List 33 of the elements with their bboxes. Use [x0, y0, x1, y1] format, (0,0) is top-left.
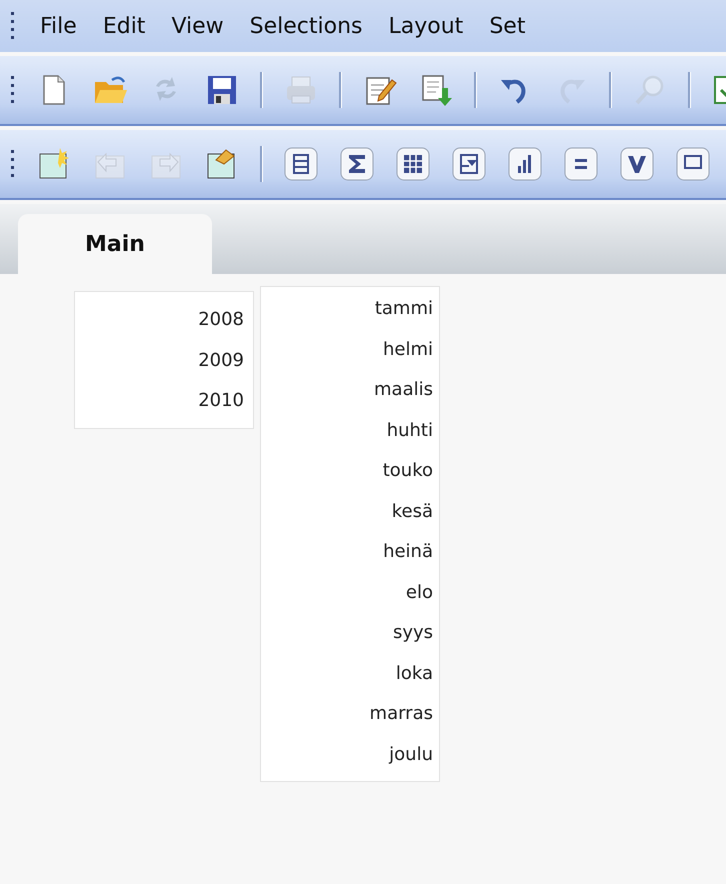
- menu-item[interactable]: Layout: [376, 14, 478, 38]
- list-value[interactable]: kesä: [261, 492, 439, 532]
- menu-item[interactable]: Set: [477, 14, 540, 38]
- list-value[interactable]: heinä: [261, 532, 439, 572]
- table-icon[interactable]: [395, 146, 431, 182]
- list-box-icon[interactable]: [283, 146, 319, 182]
- checkmark-icon[interactable]: [619, 146, 655, 182]
- list-value[interactable]: helmi: [261, 330, 439, 370]
- list-value[interactable]: syys: [261, 613, 439, 654]
- menu-item[interactable]: Edit: [90, 14, 160, 38]
- list-value[interactable]: tammi: [261, 289, 439, 330]
- multi-box-icon[interactable]: [451, 146, 487, 182]
- list-value[interactable]: 2010: [75, 381, 253, 422]
- list-value[interactable]: 2009: [75, 340, 253, 381]
- list-value[interactable]: huhti: [261, 410, 439, 451]
- equals-icon[interactable]: [563, 146, 599, 182]
- list-value[interactable]: elo: [261, 572, 439, 613]
- toolbar-gripper-icon[interactable]: [10, 75, 16, 105]
- list-value[interactable]: marras: [261, 694, 439, 734]
- list-value[interactable]: joulu: [261, 734, 439, 775]
- comment-icon[interactable]: [675, 146, 711, 182]
- list-value[interactable]: 2008: [75, 300, 253, 340]
- list-value[interactable]: loka: [261, 654, 439, 694]
- menu-item[interactable]: View: [159, 14, 238, 38]
- menu-gripper-icon[interactable]: [10, 11, 16, 41]
- list-value[interactable]: touko: [261, 451, 439, 492]
- list-value[interactable]: maalis: [261, 370, 439, 410]
- sigma-icon[interactable]: [339, 146, 375, 182]
- toolbar-gripper-icon[interactable]: [10, 149, 16, 179]
- bar-chart-icon[interactable]: [507, 146, 543, 182]
- menu-item[interactable]: Selections: [238, 14, 377, 38]
- menu-item[interactable]: File: [28, 14, 91, 38]
- sheet-tab[interactable]: Main: [18, 214, 212, 274]
